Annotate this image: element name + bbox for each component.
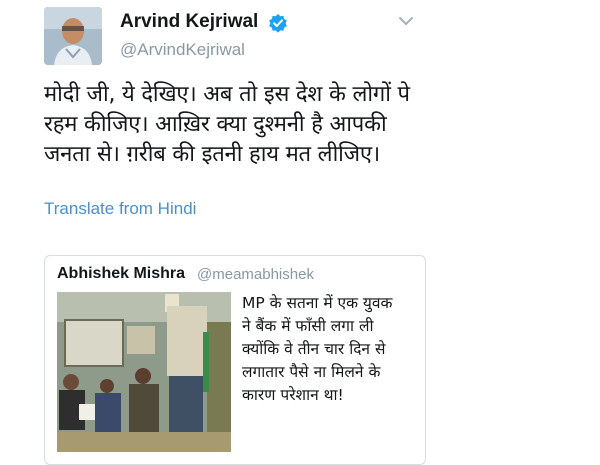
quoted-author-handle: @meamabhishek — [197, 266, 314, 283]
quoted-tweet-card[interactable]: Abhishek Mishra @meamabhishek MP के सतना… — [44, 255, 426, 465]
tweet-text-line: जनता से। ग़रीब की इतनी हाय मत लीजिए। — [44, 142, 380, 167]
author-name[interactable]: Arvind Kejriwal — [120, 11, 258, 33]
author-avatar[interactable] — [44, 7, 102, 65]
quoted-text-line: MP के सतना में एक युवक — [242, 294, 393, 312]
chevron-down-icon[interactable] — [398, 15, 414, 27]
tweet-text-line: रहम कीजिए। आख़िर क्या दुश्मनी है आपकी — [44, 112, 387, 137]
quoted-tweet-text: MP के सतना में एक युवक ने बैंक में फाँसी… — [242, 292, 427, 407]
author-handle[interactable]: @ArvindKejriwal — [120, 40, 245, 60]
quoted-text-line: कारण परेशान था! — [242, 386, 344, 404]
quoted-text-line: क्योंकि वे तीन चार दिन से — [242, 340, 386, 358]
quoted-author-name: Abhishek Mishra — [57, 265, 186, 282]
quoted-text-line: लगातार पैसे ना मिलने के — [242, 363, 381, 381]
quoted-text-line: ने बैंक में फाँसी लगा ली — [242, 317, 374, 335]
tweet-text-line: मोदी जी, ये देखिए। अब तो इस देश के लोगों… — [44, 82, 410, 107]
tweet-text: मोदी जी, ये देखिए। अब तो इस देश के लोगों… — [44, 80, 444, 170]
quoted-tweet-photo[interactable] — [57, 292, 231, 452]
translate-link[interactable]: Translate from Hindi — [44, 199, 196, 219]
verified-badge-icon — [269, 14, 287, 33]
